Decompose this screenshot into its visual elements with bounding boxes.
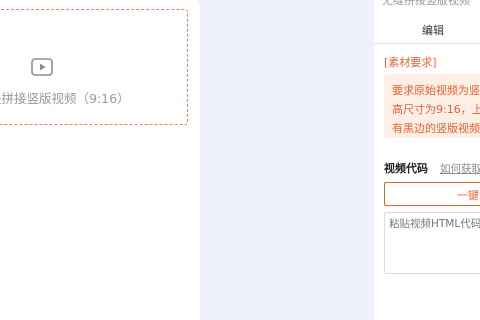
panel-header-title: 无缝拼接竖版视频 [382,0,470,7]
requirement-line-1: 要求原始视频为竖 [392,84,480,97]
upload-hint-text: 竖拼接竖版视频（9:16） [0,91,130,106]
how-to-get-link[interactable]: 如何获取 [440,161,480,176]
video-upload-dropzone[interactable]: 竖拼接竖版视频（9:16） [0,9,188,125]
requirement-line-3: 有黑边的竖版视频 [392,122,480,135]
right-panel: 无缝拼接竖版视频 编辑 [素材要求] 要求原始视频为竖 高尺寸为9:16，上 有… [374,0,480,320]
requirement-title: [素材要求] [384,56,437,69]
video-code-label: 视频代码 [384,162,428,175]
video-code-input[interactable]: 粘贴视频HTML代码 [384,212,480,274]
video-code-placeholder: 粘贴视频HTML代码 [389,218,480,230]
requirement-notice: 要求原始视频为竖 高尺寸为9:16，上 有黑边的竖版视频 [384,74,480,138]
tab-edit[interactable]: 编辑 [374,18,480,44]
play-video-icon [31,58,53,76]
requirement-line-2: 高尺寸为9:16，上 [392,103,480,116]
tab-edit-label: 编辑 [422,24,444,37]
upload-card: 竖拼接竖版视频（9:16） [0,0,200,320]
one-key-button[interactable]: 一键 [384,182,480,206]
one-key-button-label: 一键 [457,189,479,202]
